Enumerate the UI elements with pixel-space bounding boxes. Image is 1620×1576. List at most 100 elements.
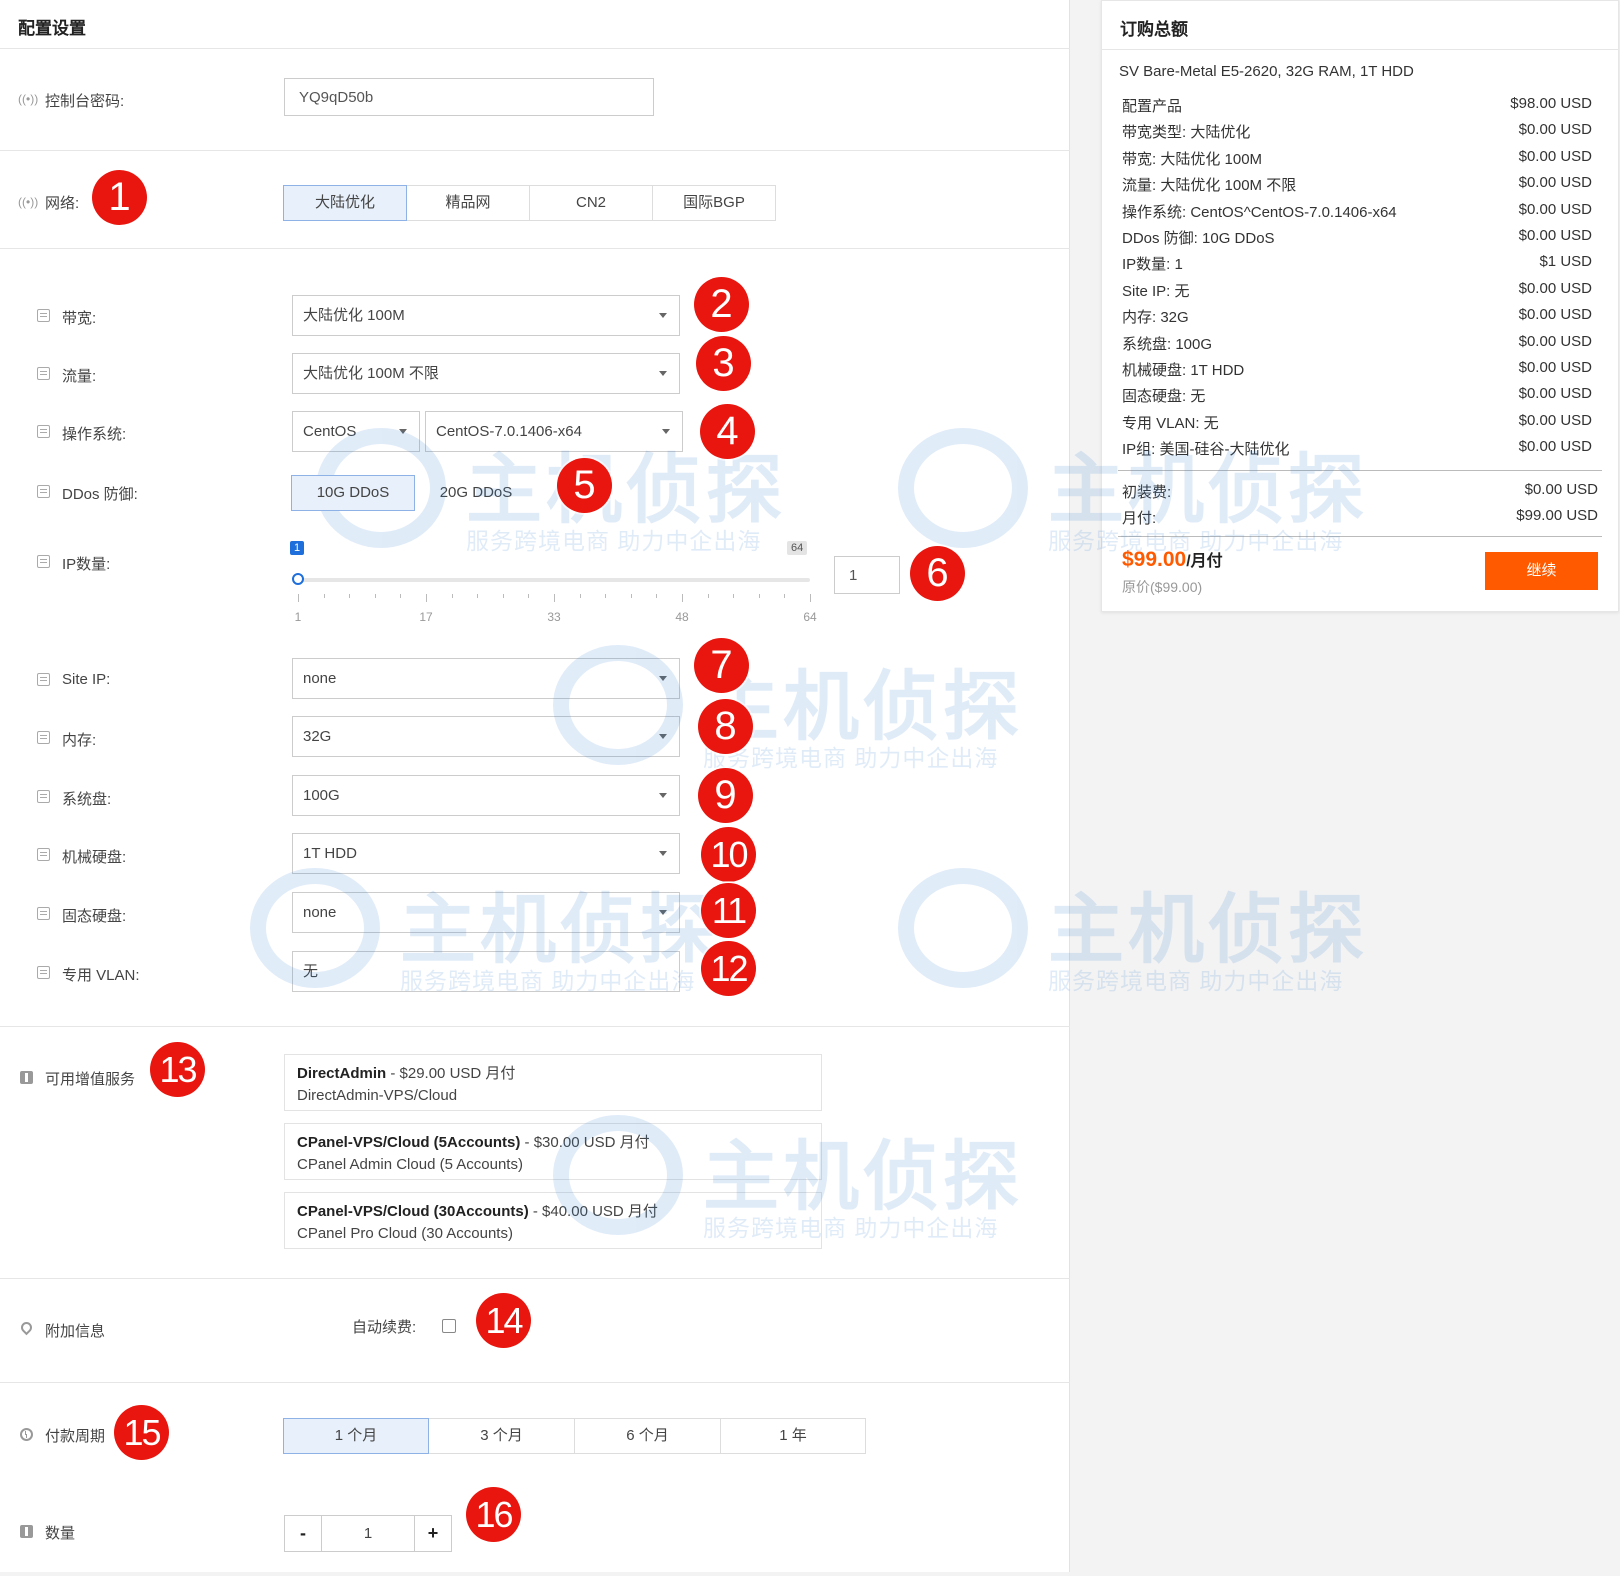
line-item-label: 机械硬盘: 1T HDD <box>1122 362 1245 379</box>
slider-tick <box>477 594 479 598</box>
billing-option-1m[interactable]: 1 个月 <box>283 1418 429 1454</box>
annotation-badge: 12 <box>701 941 756 996</box>
memory-select[interactable]: 32G <box>292 716 680 757</box>
summary-line-item: 内存: 32G $0.00 USD <box>1122 306 1592 330</box>
vlan-select[interactable]: 无 <box>292 951 680 992</box>
summary-title: 订购总额 <box>1120 20 1188 39</box>
caret-down-icon <box>659 313 667 318</box>
caret-down-icon <box>662 429 670 434</box>
line-item-price: $98.00 USD <box>1510 95 1592 112</box>
caret-down-icon <box>659 734 667 739</box>
annotation-badge: 10 <box>701 827 756 882</box>
quantity-value[interactable]: 1 <box>322 1515 414 1552</box>
summary-line-item: 专用 VLAN: 无 $0.00 USD <box>1122 412 1592 436</box>
summary-line-item: 带宽类型: 大陆优化 $0.00 USD <box>1122 121 1592 145</box>
slider-tick <box>528 594 530 598</box>
quantity-stepper: - 1 + <box>284 1515 452 1552</box>
addon-name: CPanel-VPS/Cloud (30Accounts) <box>297 1203 529 1220</box>
vlan-label: 专用 VLAN: <box>62 967 140 984</box>
quantity-plus-button[interactable]: + <box>414 1515 452 1552</box>
bandwidth-label: 带宽: <box>62 310 97 327</box>
summary-line-item: 机械硬盘: 1T HDD $0.00 USD <box>1122 359 1592 383</box>
line-item-price: $0.00 USD <box>1518 200 1592 218</box>
vlan-value: 无 <box>303 963 319 980</box>
quantity-icon <box>20 1525 33 1538</box>
site-ip-select[interactable]: none <box>292 658 680 699</box>
addon-name: CPanel-VPS/Cloud (5Accounts) <box>297 1134 521 1151</box>
auto-renew-checkbox[interactable] <box>442 1319 456 1333</box>
summary-line-item: 带宽: 大陆优化 100M $0.00 USD <box>1122 148 1592 172</box>
slider-tick-label: 64 <box>803 610 817 624</box>
memory-value: 32G <box>303 728 332 745</box>
billing-option-3m[interactable]: 3 个月 <box>428 1418 575 1454</box>
list-icon <box>37 790 50 803</box>
addon-cpanel-30[interactable]: CPanel-VPS/Cloud (30Accounts) - $40.00 U… <box>284 1192 822 1249</box>
ip-count-input[interactable] <box>834 556 900 594</box>
line-item-price: $1 USD <box>1539 253 1592 271</box>
ip-count-label: IP数量: <box>62 556 111 573</box>
addon-directadmin[interactable]: DirectAdmin - $29.00 USD 月付 DirectAdmin-… <box>284 1054 822 1111</box>
line-item-price: $0.00 USD <box>1518 438 1592 456</box>
annotation-badge: 16 <box>466 1487 521 1542</box>
summary-line-item: 操作系统: CentOS^CentOS-7.0.1406-x64 $0.00 US… <box>1122 201 1592 225</box>
password-input[interactable] <box>284 78 654 116</box>
ip-count-slider[interactable]: 1 17 33 48 64 <box>292 573 817 638</box>
slider-tick <box>605 594 607 598</box>
bandwidth-select[interactable]: 大陆优化 100M <box>292 295 680 336</box>
caret-down-icon <box>659 910 667 915</box>
billing-option-6m[interactable]: 6 个月 <box>574 1418 721 1454</box>
annotation-badge: 4 <box>700 404 755 459</box>
billing-option-1y[interactable]: 1 年 <box>720 1418 866 1454</box>
billing-cycle-selector: 1 个月 3 个月 6 个月 1 年 <box>283 1418 866 1454</box>
slider-tick-label: 1 <box>294 610 302 624</box>
ddos-label: DDos 防御: <box>62 486 138 503</box>
os-version-select[interactable]: CentOS-7.0.1406-x64 <box>425 411 683 452</box>
system-disk-select[interactable]: 100G <box>292 775 680 816</box>
network-option-mainland[interactable]: 大陆优化 <box>283 185 407 221</box>
memory-label: 内存: <box>62 732 97 749</box>
annotation-badge: 15 <box>114 1405 169 1460</box>
os-family-value: CentOS <box>303 423 357 440</box>
billing-cycle-label: 付款周期 <box>45 1428 106 1445</box>
line-item-price: $0.00 USD <box>1518 227 1592 244</box>
ddos-option-10g[interactable]: 10G DDoS <box>291 475 415 511</box>
annotation-badge: 7 <box>694 638 749 693</box>
slider-tick <box>810 594 811 602</box>
annotation-badge: 11 <box>701 883 756 938</box>
system-disk-value: 100G <box>303 787 340 804</box>
annotation-badge: 6 <box>910 546 965 601</box>
slider-tick <box>554 594 555 602</box>
network-option-bgp[interactable]: 国际BGP <box>652 185 776 221</box>
quantity-minus-button[interactable]: - <box>284 1515 322 1552</box>
site-ip-value: none <box>303 670 337 687</box>
original-price: 原价($99.00) <box>1122 579 1203 595</box>
line-item-price: $0.00 USD <box>1518 174 1592 192</box>
slider-handle[interactable] <box>292 573 304 585</box>
slider-tick <box>682 594 683 602</box>
addon-cpanel-5[interactable]: CPanel-VPS/Cloud (5Accounts) - $30.00 US… <box>284 1123 822 1180</box>
slider-tick-label: 33 <box>547 610 561 624</box>
addon-name: DirectAdmin <box>297 1065 387 1082</box>
addons-label: 可用增值服务 <box>45 1071 136 1088</box>
os-family-select[interactable]: CentOS <box>292 411 420 452</box>
network-option-premium[interactable]: 精品网 <box>406 185 530 221</box>
hdd-label: 机械硬盘: <box>62 849 127 866</box>
ddos-option-20g[interactable]: 20G DDoS <box>414 475 538 511</box>
traffic-select[interactable]: 大陆优化 100M 不限 <box>292 353 680 394</box>
os-label: 操作系统: <box>62 426 127 443</box>
hdd-select[interactable]: 1T HDD <box>292 833 680 874</box>
list-icon <box>37 425 50 438</box>
ssd-select[interactable]: none <box>292 892 680 933</box>
line-item-label: 固态硬盘: 无 <box>1122 388 1206 406</box>
line-item-price: $0.00 USD <box>1518 411 1592 429</box>
list-icon <box>37 731 50 744</box>
traffic-label: 流量: <box>62 368 97 385</box>
annotation-badge: 1 <box>92 170 147 225</box>
network-option-cn2[interactable]: CN2 <box>529 185 653 221</box>
hdd-value: 1T HDD <box>303 845 357 862</box>
addon-price: - $40.00 USD 月付 <box>528 1203 658 1220</box>
annotation-badge: 3 <box>696 336 751 391</box>
traffic-value: 大陆优化 100M 不限 <box>303 365 439 382</box>
continue-button[interactable]: 继续 <box>1485 552 1598 590</box>
line-item-price: $0.00 USD <box>1518 332 1592 350</box>
